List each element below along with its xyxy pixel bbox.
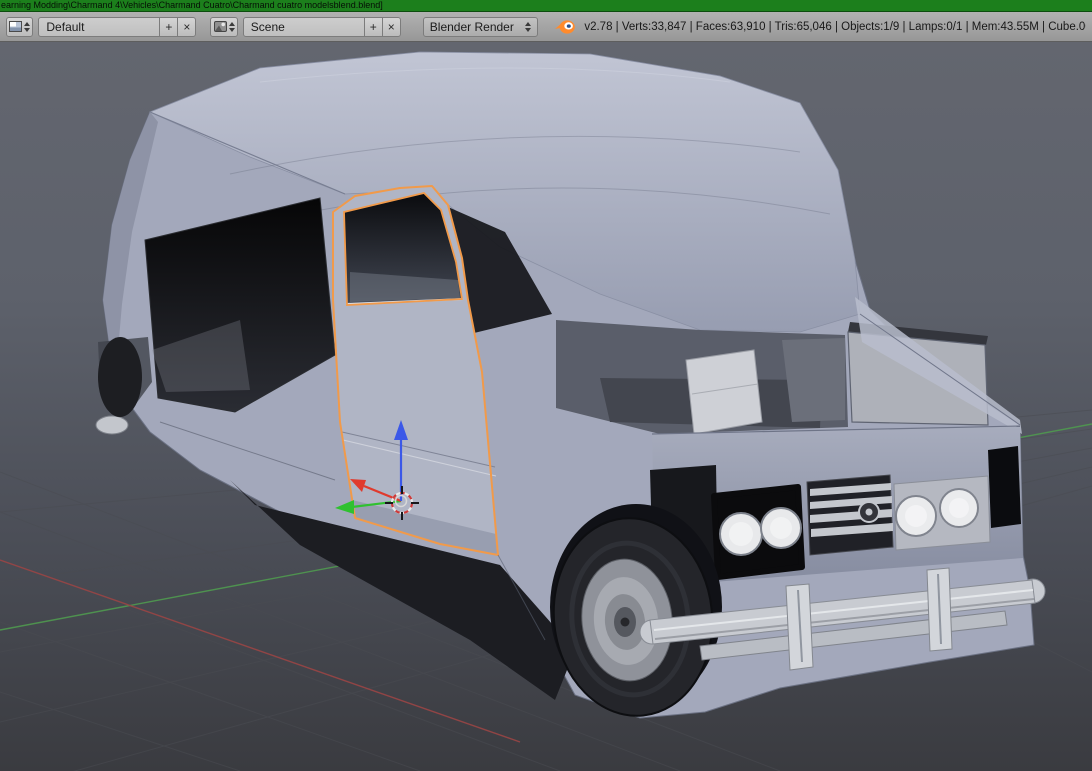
- window-title-text: earning Modding\Charmand 4\Vehicles\Char…: [1, 0, 383, 10]
- editor-type-icon: [9, 21, 22, 32]
- viewport-canvas[interactable]: [0, 42, 1092, 771]
- seat: [686, 350, 762, 434]
- blender-logo-icon: [554, 18, 576, 36]
- editor-type-button[interactable]: [6, 17, 33, 37]
- engine-dropdown-carets: [525, 22, 531, 32]
- front-corner-dark: [988, 446, 1021, 528]
- info-editor-header: Default + × Scene + × Blender Render: [0, 12, 1092, 42]
- scene-browse-button[interactable]: [210, 17, 237, 37]
- viewport-3d[interactable]: [0, 42, 1092, 771]
- layout-selector: Default + ×: [38, 17, 196, 37]
- blender-window: earning Modding\Charmand 4\Vehicles\Char…: [0, 0, 1092, 771]
- scene-browse-carets: [229, 22, 235, 32]
- car-model[interactable]: [96, 52, 1045, 724]
- rear-bumper-tip: [96, 416, 128, 434]
- rear-wheel: [98, 337, 142, 417]
- render-engine-dropdown[interactable]: Blender Render: [423, 17, 539, 37]
- layout-name: Default: [46, 20, 84, 34]
- scene-icon: [214, 21, 227, 32]
- window-title-bar: earning Modding\Charmand 4\Vehicles\Char…: [0, 0, 1092, 12]
- scene-selector: Scene + ×: [243, 17, 401, 37]
- editor-type-carets: [24, 22, 30, 32]
- scene-statistics: v2.78 | Verts:33,847 | Faces:63,910 | Tr…: [584, 21, 1086, 33]
- layout-unlink-button[interactable]: ×: [177, 17, 196, 37]
- dashboard: [782, 338, 845, 422]
- layout-name-field[interactable]: Default: [38, 17, 160, 37]
- scene-name-field[interactable]: Scene: [243, 17, 365, 37]
- scene-name: Scene: [251, 20, 285, 34]
- scene-add-button[interactable]: +: [364, 17, 383, 37]
- car-interior: [556, 320, 848, 434]
- render-engine-value: Blender Render: [430, 20, 514, 34]
- layout-add-button[interactable]: +: [159, 17, 178, 37]
- scene-unlink-button[interactable]: ×: [382, 17, 401, 37]
